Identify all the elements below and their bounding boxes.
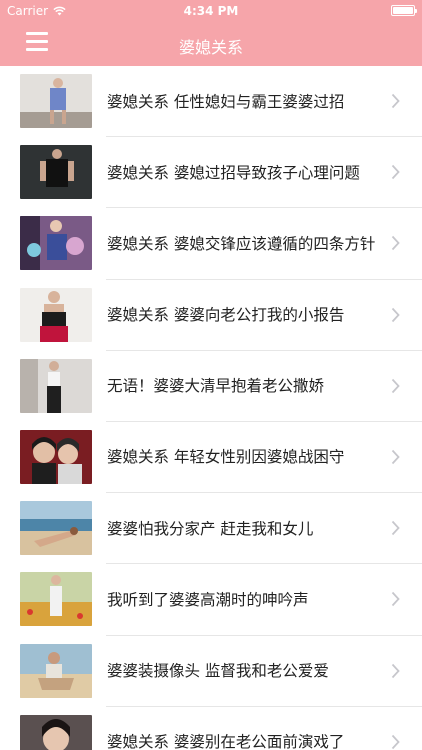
article-title: 婆媳关系 婆婆向老公打我的小报告: [107, 306, 345, 325]
article-thumbnail: [20, 501, 92, 556]
article-title: 婆婆装摄像头 监督我和老公爱爱: [107, 662, 329, 680]
article-thumbnail: [20, 714, 92, 750]
article-title: 无语！婆婆大清早抱着老公撒娇: [107, 377, 325, 396]
article-title: 婆媳关系 婆婆别在老公面前演戏了: [107, 733, 345, 750]
article-title: 婆媳关系 年轻女性别因婆媳战困守: [107, 448, 345, 467]
chevron-right-icon: [391, 307, 400, 322]
article-thumbnail: [20, 358, 92, 413]
chevron-right-icon: [391, 592, 400, 607]
status-time: 4:34 PM: [183, 4, 239, 18]
chevron-right-icon: [391, 663, 400, 678]
navigation-bar: 婆媳关系: [0, 22, 422, 66]
article-thumbnail: [20, 74, 92, 128]
article-thumbnail: [20, 643, 92, 698]
article-row[interactable]: 婆媳关系 婆媳过招导致孩子心理问题: [0, 137, 422, 209]
article-thumbnail: [20, 429, 92, 484]
article-row[interactable]: 我听到了婆婆高潮时的呻吟声: [0, 564, 422, 636]
article-row[interactable]: 婆媳关系 婆媳交锋应该遵循的四条方针: [0, 208, 422, 280]
page-title: 婆媳关系: [178, 38, 243, 57]
article-title: 婆婆怕我分家产 赶走我和女儿: [107, 519, 314, 538]
article-title: 婆媳关系 婆媳过招导致孩子心理问题: [107, 163, 360, 182]
article-row[interactable]: 婆媳关系 年轻女性别因婆媳战困守: [0, 422, 422, 494]
article-row[interactable]: 婆婆怕我分家产 赶走我和女儿: [0, 493, 422, 565]
chevron-right-icon: [391, 165, 400, 180]
chevron-right-icon: [391, 449, 400, 465]
chevron-right-icon: [391, 734, 400, 749]
chevron-right-icon: [391, 93, 400, 109]
article-thumbnail: [20, 287, 92, 342]
battery-icon: [391, 5, 417, 16]
article-thumbnail: [20, 216, 92, 271]
article-title: 婆媳关系 任性媳妇与霸王婆婆过招: [107, 92, 345, 111]
article-row[interactable]: 婆媳关系 婆婆向老公打我的小报告: [0, 280, 422, 351]
article-row[interactable]: 婆媳关系 任性媳妇与霸王婆婆过招: [0, 66, 422, 138]
article-thumbnail: [20, 145, 92, 200]
article-title: 我听到了婆婆高潮时的呻吟声: [107, 590, 309, 609]
article-list: 婆媳关系 任性媳妇与霸王婆婆过招 婆媳关系 婆媳过招导致孩子心理问题 婆媳关系 …: [0, 66, 422, 750]
article-row[interactable]: 婆媳关系 婆婆别在老公面前演戏了: [0, 707, 422, 750]
chevron-right-icon: [391, 521, 400, 536]
chevron-right-icon: [391, 378, 400, 393]
article-title: 婆媳关系 婆媳交锋应该遵循的四条方针: [107, 234, 376, 253]
article-thumbnail: [20, 572, 92, 627]
article-row[interactable]: 婆婆装摄像头 监督我和老公爱爱: [0, 636, 422, 707]
chevron-right-icon: [391, 236, 400, 251]
status-bar: Carrier 4:34 PM: [0, 0, 422, 22]
article-row[interactable]: 无语！婆婆大清早抱着老公撒娇: [0, 351, 422, 422]
